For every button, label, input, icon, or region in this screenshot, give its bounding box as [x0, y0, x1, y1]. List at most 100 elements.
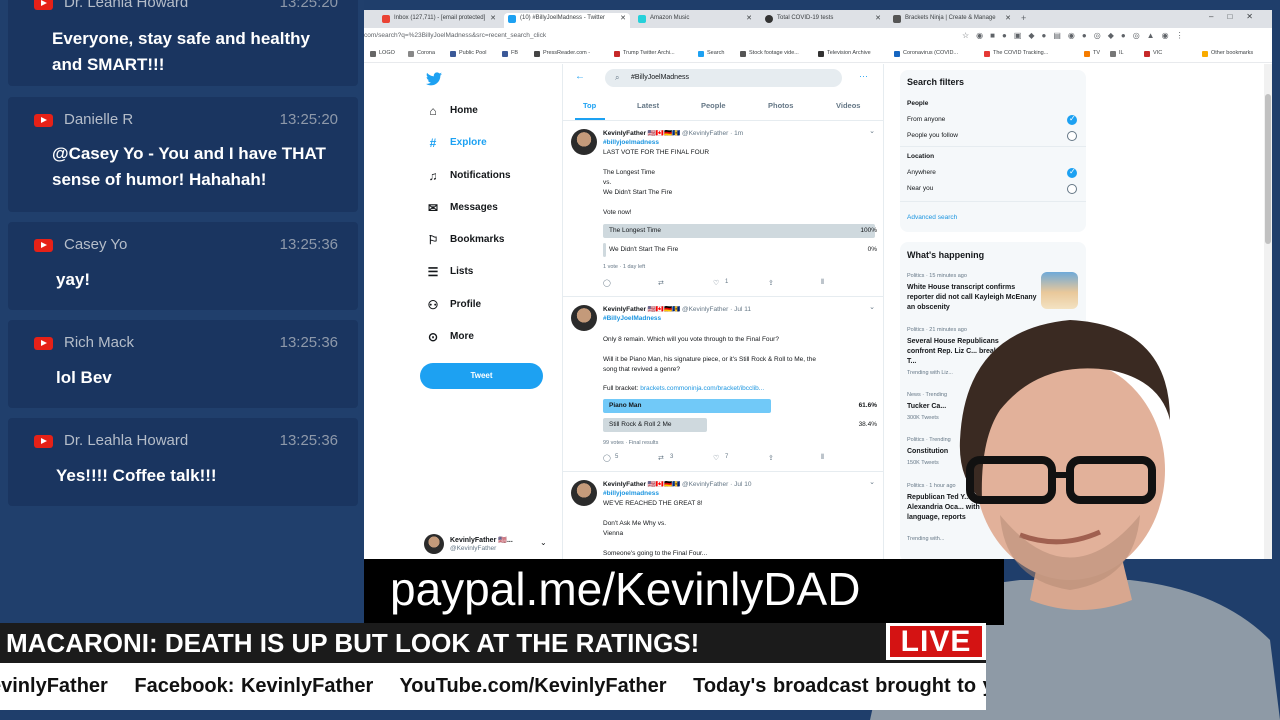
brackets-icon	[893, 15, 901, 23]
tweet-text: Full bracket: brackets.commoninja.com/br…	[603, 385, 765, 392]
bookmark[interactable]: Television Archive	[818, 50, 871, 57]
reply-icon[interactable]: ◯	[603, 454, 611, 462]
tweet-header: KevinlyFather 🇺🇸🇨🇦🇩🇪🇧🇧 @KevinlyFather · …	[603, 480, 751, 488]
bookmark-folder[interactable]: Other bookmarks	[1202, 50, 1253, 57]
radio[interactable]	[1067, 184, 1077, 194]
poll-option: Still Rock & Roll 2 Me	[609, 421, 672, 428]
analytics-icon[interactable]: ⫴	[821, 454, 824, 462]
close-icon[interactable]: ✕	[1005, 13, 1011, 24]
bookmark[interactable]: Trump Twitter Archi...	[614, 50, 675, 57]
poll-percent: 0%	[867, 246, 877, 253]
poll-meta: 1 vote · 1 day left	[603, 264, 646, 270]
tweet-header: KevinlyFather 🇺🇸🇨🇦🇩🇪🇧🇧 @KevinlyFather · …	[603, 129, 743, 137]
new-tab-icon[interactable]: +	[1021, 13, 1026, 23]
chat-message: Dr. Leahla Howard 13:25:36 Yes!!!! Coffee…	[8, 418, 358, 506]
list-icon: ☰	[427, 265, 439, 279]
avatar[interactable]	[571, 305, 597, 331]
browser-tab-active[interactable]: (10) #BillyJoelMadness - Twitter ✕	[504, 13, 630, 28]
tweet[interactable]: KevinlyFather 🇺🇸🇨🇦🇩🇪🇧🇧 @KevinlyFather · …	[563, 121, 883, 297]
twitter-logo-icon[interactable]	[426, 72, 442, 86]
tab-videos[interactable]: Videos	[836, 101, 860, 110]
chevron-down-icon[interactable]: ⌄	[869, 127, 875, 135]
bookmark[interactable]: Coronavirus (COVID...	[894, 50, 958, 57]
tweet-text: We Didn't Start The Fire	[603, 189, 673, 196]
filter-option[interactable]: From anyone	[907, 116, 945, 123]
retweet-count: 3	[670, 454, 674, 460]
like-icon[interactable]: ♡	[713, 279, 719, 287]
window-controls[interactable]: –□✕	[1209, 12, 1267, 21]
search-input[interactable]: ⌕ #BillyJoelMadness	[605, 69, 842, 87]
share-icon[interactable]: ⇪	[768, 279, 774, 287]
panel-title: What's happening	[907, 250, 985, 260]
retweet-icon[interactable]: ⇄	[658, 279, 664, 287]
ticker-item: Facebook: KevinlyFather	[134, 675, 374, 697]
browser-tab[interactable]: Inbox (127,711) - [email protected] ✕	[378, 13, 500, 28]
tab-people[interactable]: People	[701, 101, 726, 110]
bookmark[interactable]: VIC	[1144, 50, 1162, 57]
avatar[interactable]	[571, 129, 597, 155]
address-bar[interactable]: com/search?q=%23BillyJoelMadness&src=rec…	[364, 28, 1272, 46]
radio[interactable]	[1067, 131, 1077, 141]
tab-latest[interactable]: Latest	[637, 101, 659, 110]
hashtag-link[interactable]: #BillyJoelMadness	[603, 315, 661, 322]
filter-option[interactable]: Anywhere	[907, 169, 936, 176]
browser-tab[interactable]: Brackets Ninja | Create & Manage ✕	[889, 13, 1015, 28]
tweet-text: WE'VE REACHED THE GREAT 8!	[603, 500, 703, 507]
chevron-down-icon[interactable]: ⌄	[540, 538, 547, 547]
close-icon[interactable]: ✕	[875, 13, 881, 24]
like-icon[interactable]: ♡	[713, 454, 719, 462]
radio-checked[interactable]	[1067, 167, 1077, 178]
tweet-handle: @KevinlyFather · 1m	[681, 130, 744, 137]
retweet-icon[interactable]: ⇄	[658, 454, 664, 462]
tab-photos[interactable]: Photos	[768, 101, 793, 110]
search-results-column: ← ⌕ #BillyJoelMadness ··· Top Latest Peop…	[562, 64, 884, 559]
bookmark[interactable]: Search	[698, 50, 724, 57]
bookmark[interactable]: LOGO	[370, 50, 395, 57]
bookmark[interactable]: PressReader.com -	[534, 50, 590, 57]
reply-icon[interactable]: ◯	[603, 279, 611, 287]
bookmark[interactable]: Public Pool	[450, 50, 487, 57]
hashtag-link[interactable]: #billyjoelmadness	[603, 139, 659, 146]
account-name: KevinlyFather 🇺🇸...	[450, 537, 513, 544]
browser-tab[interactable]: Total COVID-19 tests ✕	[761, 13, 885, 28]
advanced-search-link[interactable]: Advanced search	[907, 214, 957, 221]
avatar[interactable]	[571, 480, 597, 506]
bracket-link[interactable]: brackets.commoninja.com/bracket/ibcclib.…	[640, 385, 764, 392]
bookmark[interactable]: FB	[502, 50, 518, 57]
extension-icons[interactable]: ☆◉■●▣◆●▤◉●◎◆●◎▲◉⋮	[962, 31, 1191, 40]
bookmark[interactable]: Corona	[408, 50, 435, 57]
close-icon[interactable]: ✕	[746, 13, 752, 24]
analytics-icon[interactable]: ⫴	[821, 279, 824, 287]
bookmark[interactable]: TV	[1084, 50, 1100, 57]
profile-icon: ⚇	[427, 298, 439, 312]
hashtag-link[interactable]: #billyjoelmadness	[603, 490, 659, 497]
poll-meta: 99 votes · Final results	[603, 440, 659, 446]
bookmark[interactable]: The COVID Tracking...	[984, 50, 1048, 57]
filter-option[interactable]: People you follow	[907, 132, 958, 139]
stream-frame: Dr. Leahla Howard 13:25:20 Everyone, stay…	[0, 0, 1280, 720]
more-icon: ⊙	[427, 330, 439, 344]
avatar[interactable]	[424, 534, 444, 554]
poll-option: We Didn't Start The Fire	[609, 246, 679, 253]
close-icon[interactable]: ✕	[620, 13, 626, 24]
more-options-icon[interactable]: ···	[859, 71, 868, 81]
chat-time: 13:25:20	[279, 111, 338, 128]
share-icon[interactable]: ⇪	[768, 454, 774, 462]
chat-text: Yes!!!! Coffee talk!!!	[56, 466, 217, 485]
tweet[interactable]: KevinlyFather 🇺🇸🇨🇦🇩🇪🇧🇧 @KevinlyFather · …	[563, 472, 883, 559]
tweet[interactable]: KevinlyFather 🇺🇸🇨🇦🇩🇪🇧🇧 @KevinlyFather · …	[563, 297, 883, 472]
browser-tab[interactable]: Amazon Music ✕	[634, 13, 756, 28]
bookmark[interactable]: Stock footage vide...	[740, 50, 799, 57]
tweet-text: Only 8 remain. Which will you vote throu…	[603, 336, 779, 343]
url-field[interactable]: com/search?q=%23BillyJoelMadness&src=rec…	[364, 32, 964, 44]
close-icon[interactable]: ✕	[490, 13, 496, 24]
back-arrow-icon[interactable]: ←	[575, 71, 585, 82]
radio-checked[interactable]	[1067, 114, 1077, 125]
account-handle: @KevinlyFather	[450, 545, 497, 552]
tab-top[interactable]: Top	[583, 101, 596, 110]
chat-message: Rich Mack 13:25:36 lol Bev	[8, 320, 358, 408]
tweet-text: Vote now!	[603, 209, 632, 216]
bookmark[interactable]: IL	[1110, 50, 1124, 57]
filter-option[interactable]: Near you	[907, 185, 933, 192]
tweet-button[interactable]: Tweet	[420, 363, 543, 389]
